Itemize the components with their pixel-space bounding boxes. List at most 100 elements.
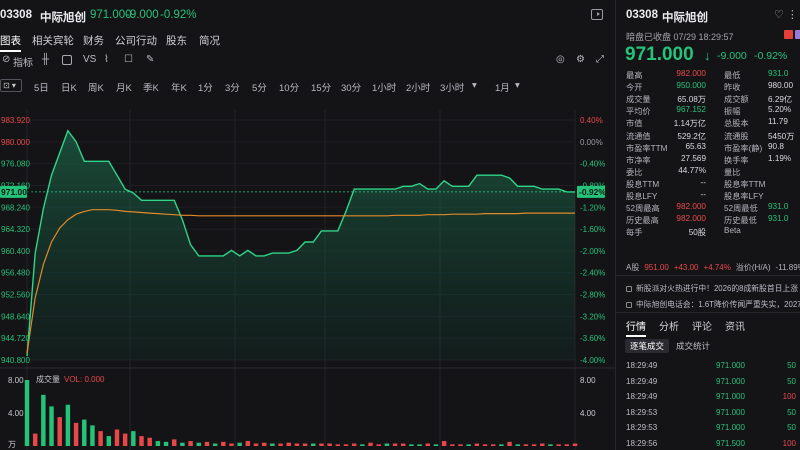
volume-bar: [409, 444, 414, 446]
compare-vs-button[interactable]: VS: [83, 54, 96, 65]
period-10m[interactable]: 10分: [279, 80, 299, 94]
period-1h[interactable]: 1小时: [372, 80, 396, 94]
volume-bar: [139, 436, 144, 446]
volume-bar: [114, 429, 120, 446]
period-2h[interactable]: 2小时: [406, 80, 430, 94]
volume-bar: [343, 444, 349, 446]
indicator-button[interactable]: 指标: [13, 54, 33, 69]
volume-bar: [221, 441, 226, 446]
volume-bar: [278, 443, 283, 446]
tab-market[interactable]: 行情: [626, 318, 646, 337]
period-1mo-dropdown[interactable]: ▾: [515, 80, 520, 91]
a-share-comparison: A股 951.00 +43.00 +4.74% 溢价(H/A) -11.89%: [626, 262, 800, 273]
tab-news[interactable]: 资讯: [725, 318, 745, 333]
fullscreen-icon[interactable]: ⤢: [596, 54, 604, 65]
stat-label: 昨收: [724, 83, 741, 93]
favorite-heart-icon[interactable]: ♡ ⋮: [774, 8, 798, 21]
quote-panel: 03308 中际旭创 ♡ ⋮ 暗盘已收盘 07/29 18:29:57 971.…: [615, 0, 800, 450]
settings-icon[interactable]: ⚙: [576, 54, 585, 65]
volume-bar: [360, 444, 365, 446]
pen-icon[interactable]: ✎: [146, 54, 154, 65]
period-bar: ⊡ ▾ 5日 日K 周K 月K 季K 年K 1分 3分 5分 10分 15分 3…: [0, 78, 615, 94]
period-3h[interactable]: 3小时: [440, 80, 464, 94]
volume-bar: [49, 406, 54, 446]
chart-type-icon[interactable]: ⌇: [104, 54, 109, 65]
volume-axis-label: 4.00: [580, 409, 596, 418]
volume-bar: [450, 444, 455, 446]
trade-price: 971.000: [716, 361, 745, 370]
pct-axis-label: -2.40%: [580, 269, 605, 278]
period-30m[interactable]: 30分: [341, 80, 361, 94]
stat-value: 50股: [688, 228, 706, 238]
stat-label: 股息率LFY: [724, 192, 764, 201]
stat-value: 11.79: [768, 117, 788, 127]
volume-bar: [90, 425, 95, 446]
tab-shareholders[interactable]: 股东: [166, 33, 187, 48]
trade-row: 18:29:49 971.000 50: [616, 361, 800, 375]
news-icon: [626, 286, 632, 292]
period-3m[interactable]: 3分: [225, 80, 240, 94]
period-week[interactable]: 周K: [88, 80, 104, 94]
subtab-tick-trades[interactable]: 逐笔成交: [625, 339, 670, 353]
volume-bar: [294, 443, 300, 446]
volume-bar: [433, 444, 439, 446]
layout-icon[interactable]: ☐: [124, 54, 133, 65]
period-5d[interactable]: 5日: [34, 80, 49, 94]
period-1mo[interactable]: 1月: [495, 80, 510, 94]
period-1m[interactable]: 1分: [198, 80, 213, 94]
period-selector[interactable]: ⊡ ▾: [0, 79, 22, 92]
period-quarter[interactable]: 季K: [143, 80, 159, 94]
subtab-trade-stats[interactable]: 成交统计: [671, 339, 715, 353]
news-item[interactable]: 中际旭创电话会：1.6T降价传闻严重失实，2027...: [626, 299, 800, 310]
quote-price: 971.000: [625, 44, 694, 65]
trade-volume: 50: [787, 407, 796, 417]
trade-time: 18:29:49: [626, 392, 658, 401]
quote-code: 03308: [626, 9, 658, 21]
camera-icon[interactable]: ◎: [556, 54, 565, 65]
volume-axis-label: 4.00: [8, 409, 24, 418]
stat-value: 1.14万亿: [673, 119, 706, 129]
period-day[interactable]: 日K: [61, 80, 77, 94]
indicator-icon[interactable]: ⊘: [2, 54, 10, 65]
news-title: 中际旭创电话会：1.6T降价传闻严重失实，2027...: [636, 300, 800, 309]
volume-bar: [531, 444, 537, 446]
volume-bar: [466, 444, 471, 446]
chart-svg: 983.920980.000976.080972.160968.240964.3…: [0, 110, 615, 450]
price-axis-label: 976.080: [1, 160, 30, 169]
candlestick-icon[interactable]: ╫: [42, 54, 49, 65]
tab-chart[interactable]: 图表: [0, 33, 21, 52]
pct-axis-label: -1.20%: [580, 203, 605, 212]
period-3h-dropdown[interactable]: ▾: [472, 80, 477, 91]
price-axis-label: 952.560: [1, 291, 30, 300]
stat-value: --: [700, 190, 706, 199]
intraday-chart[interactable]: 983.920980.000976.080972.160968.240964.3…: [0, 110, 615, 450]
volume-bar: [311, 443, 316, 446]
tab-corporate-actions[interactable]: 公司行动: [115, 33, 157, 48]
market-flag-icon: [784, 30, 793, 39]
draw-rect-icon[interactable]: [62, 55, 72, 65]
tab-comments[interactable]: 评论: [692, 318, 712, 333]
volume-bar: [384, 443, 390, 446]
period-5m[interactable]: 5分: [252, 80, 267, 94]
news-item[interactable]: 新股派对火热进行中！2026的8成新股首日上涨: [626, 283, 800, 294]
trade-price: 971.000: [716, 407, 745, 417]
volume-bar: [245, 441, 251, 446]
period-year[interactable]: 年K: [171, 80, 187, 94]
volume-value: VOL: 0.000: [64, 375, 105, 384]
price-axis-label: 980.000: [1, 138, 30, 147]
tab-finance[interactable]: 财务: [83, 33, 104, 48]
tab-related[interactable]: 相关宾轮: [32, 33, 74, 48]
trade-time: 18:29:53: [626, 407, 658, 417]
trade-time: 18:29:53: [626, 423, 658, 432]
volume-bar: [572, 443, 578, 446]
tab-analysis[interactable]: 分析: [659, 318, 679, 333]
period-15m[interactable]: 15分: [311, 80, 331, 94]
quote-row: 流通值 529.2亿 流通股 5450万: [616, 130, 800, 142]
tab-profile[interactable]: 简况: [199, 33, 220, 48]
collapse-panel-icon[interactable]: [591, 9, 603, 20]
title-bar: 03308 中际旭创 971.000 -9.000 -0.92%: [0, 0, 615, 30]
stat-label: 市盈率TTM: [626, 143, 668, 153]
volume-bar: [490, 444, 496, 446]
stock-name: 中际旭创: [40, 12, 86, 24]
period-month[interactable]: 月K: [116, 80, 132, 94]
